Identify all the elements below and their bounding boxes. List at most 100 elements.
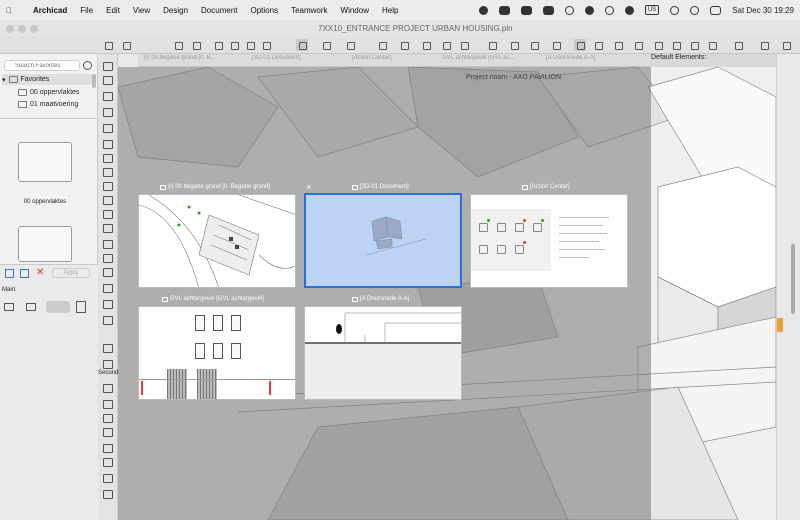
lock-icon[interactable] [398, 39, 410, 51]
guide-lines-icon[interactable] [296, 39, 308, 51]
polyline-tool-icon[interactable] [103, 140, 113, 149]
railing-tool-icon[interactable] [103, 300, 113, 309]
menu-view[interactable]: View [133, 6, 150, 15]
stretch-icon[interactable] [706, 39, 718, 51]
pen-set-icon[interactable] [528, 39, 540, 51]
window-close-button[interactable] [6, 25, 14, 33]
thumbnail-3d-document[interactable] [304, 193, 462, 288]
grid-tool-icon[interactable] [103, 490, 113, 499]
menu-help[interactable]: Help [382, 6, 398, 15]
orange-handle[interactable] [777, 318, 783, 332]
menu-window[interactable]: Window [341, 6, 369, 15]
rotate-icon[interactable] [632, 39, 644, 51]
wifi-icon[interactable] [670, 5, 680, 15]
bluetooth-icon[interactable] [604, 5, 614, 15]
view-cube-icon[interactable] [732, 39, 744, 51]
cloud-icon[interactable] [498, 5, 510, 15]
favorites-icon[interactable] [5, 269, 14, 278]
menu-edit[interactable]: Edit [106, 6, 120, 15]
favorites-search-input[interactable] [4, 60, 80, 71]
creative-cloud-icon[interactable] [520, 5, 532, 15]
offset-icon[interactable] [612, 39, 624, 51]
tab-action-center[interactable]: [Action Center] [348, 55, 438, 66]
snap-guides-icon[interactable] [320, 39, 332, 51]
syringe-icon[interactable] [244, 39, 256, 51]
layout-toggle-icon[interactable] [120, 39, 132, 51]
folder-preview-icon[interactable] [18, 226, 72, 262]
door-tool-icon[interactable] [103, 254, 113, 263]
rotation-stepper[interactable] [46, 301, 70, 313]
window-zoom-button[interactable] [30, 25, 38, 33]
arrow-tool-icon[interactable] [103, 62, 113, 71]
favorite-item[interactable]: 00 oppervlaktes [18, 87, 79, 98]
window-minimize-button[interactable] [18, 25, 26, 33]
menu-teamwork[interactable]: Teamwork [291, 6, 327, 15]
spotlight-search-icon[interactable] [690, 5, 700, 15]
skylight-tool-icon[interactable] [103, 444, 113, 453]
save-icon[interactable] [20, 269, 29, 278]
mesh-tool-icon[interactable] [103, 400, 113, 409]
circle-tool-icon[interactable] [103, 124, 113, 133]
measure-icon[interactable] [592, 39, 604, 51]
layer-icon[interactable] [26, 303, 36, 311]
thumbnail-doorsnede[interactable] [304, 306, 462, 400]
shell-tool-icon[interactable] [103, 458, 113, 467]
arc-tool-icon[interactable] [103, 108, 113, 117]
menu-clock[interactable]: Sat Dec 30 19:29 [732, 6, 794, 15]
menu-design[interactable]: Design [163, 6, 188, 15]
zone-tool-icon[interactable] [103, 384, 113, 393]
line-tool-icon[interactable] [103, 92, 113, 101]
focus-moon-icon[interactable] [624, 5, 634, 15]
layer-icon[interactable] [376, 39, 388, 51]
teamwork-icon[interactable] [780, 39, 792, 51]
eyedropper-icon[interactable] [228, 39, 240, 51]
redo-icon[interactable] [190, 39, 202, 51]
tab-overview-icon[interactable] [574, 39, 586, 51]
group-icon[interactable] [420, 39, 432, 51]
beam-tool-icon[interactable] [103, 196, 113, 205]
slab-tool-icon[interactable] [103, 210, 113, 219]
mirror-icon[interactable] [652, 39, 664, 51]
marquee-tool-icon[interactable] [103, 76, 113, 85]
drag-icon[interactable] [670, 39, 682, 51]
curtain-wall-tool-icon[interactable] [103, 316, 113, 325]
apply-button[interactable]: Apply [52, 268, 90, 278]
explode-icon[interactable] [688, 39, 700, 51]
app-menu[interactable]: Archicad [33, 6, 67, 15]
level-tool-icon[interactable] [103, 360, 113, 369]
settings-gear-icon[interactable] [83, 61, 92, 70]
column-tool-icon[interactable] [103, 182, 113, 191]
morph-tool-icon[interactable] [103, 474, 113, 483]
wall-tool-icon[interactable] [103, 240, 113, 249]
select-icon[interactable] [212, 39, 224, 51]
lamp-tool-icon[interactable] [103, 414, 113, 423]
eye-icon[interactable] [478, 5, 488, 15]
trace-icon[interactable] [508, 39, 520, 51]
close-icon[interactable]: × [306, 182, 311, 192]
dimension-tool-icon[interactable] [103, 344, 113, 353]
grid-display-icon[interactable] [458, 39, 470, 51]
render-icon[interactable] [758, 39, 770, 51]
section-marker-icon[interactable] [486, 39, 498, 51]
object-tool-icon[interactable] [103, 428, 113, 437]
apple-menu-icon[interactable]:  [6, 6, 20, 15]
record-icon[interactable] [564, 5, 574, 15]
menu-options[interactable]: Options [251, 6, 279, 15]
control-center-icon[interactable] [710, 5, 722, 15]
tab-doorsnede[interactable]: [A Doorsnede A-A] [542, 55, 632, 66]
delete-icon[interactable]: ✕ [36, 267, 44, 278]
cursor-icon[interactable] [76, 301, 86, 313]
grid-snap-icon[interactable] [344, 39, 356, 51]
favorite-item[interactable]: 01 maatvoering [18, 99, 78, 110]
navigator-toggle-icon[interactable] [102, 39, 114, 51]
keyboard-layout-badge[interactable]: US [644, 5, 660, 15]
element-type-icon[interactable] [4, 303, 14, 311]
tab-3d-document[interactable]: [3D-01 Document] [248, 55, 338, 66]
figure-tool-icon[interactable] [103, 154, 113, 163]
vertical-scrollbar[interactable] [791, 244, 795, 314]
stair-tool-icon[interactable] [103, 284, 113, 293]
folder-preview-icon[interactable] [18, 142, 72, 182]
window-tool-icon[interactable] [103, 268, 113, 277]
align-icon[interactable] [550, 39, 562, 51]
roof-tool-icon[interactable] [103, 224, 113, 233]
